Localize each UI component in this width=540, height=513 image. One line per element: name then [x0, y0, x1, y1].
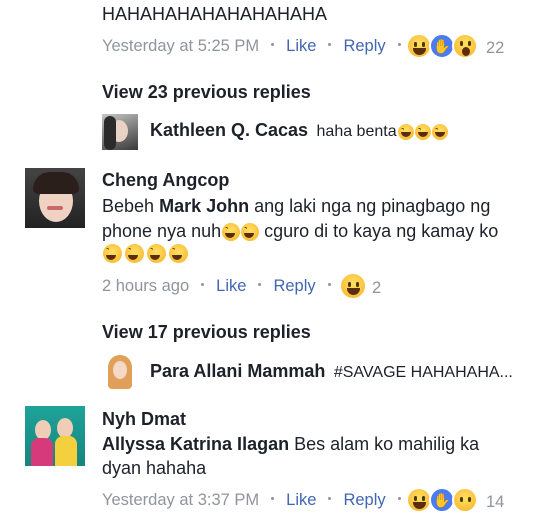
haha-emoji-icon	[241, 223, 260, 242]
reply-link[interactable]: Reply	[343, 491, 385, 509]
comment-text: HAHAHAHAHAHAHAHAHA	[102, 4, 328, 24]
comment-meta: Yesterday at 5:25 PM Like Reply	[102, 35, 413, 57]
comment-timestamp[interactable]: Yesterday at 5:25 PM	[102, 37, 259, 55]
reply-link[interactable]: Reply	[343, 37, 385, 55]
sad-icon	[452, 487, 478, 513]
reply-author: Para Allani Mammah	[150, 361, 326, 381]
avatar[interactable]	[25, 168, 85, 228]
comment-author[interactable]: Nyh Dmat	[102, 409, 186, 430]
separator-dot	[397, 43, 401, 47]
haha-emoji-icon	[431, 123, 448, 140]
reply-preview[interactable]: Kathleen Q. Cacas haha benta	[150, 120, 448, 141]
haha-emoji-icon	[147, 244, 166, 263]
like-link[interactable]: Like	[286, 37, 316, 55]
comment-text-line: Allyssa Katrina Ilagan Bes alam ko mahil…	[102, 434, 480, 454]
reply-text: haha benta	[316, 123, 397, 140]
haha-emoji-icon	[125, 244, 144, 263]
mentioned-user[interactable]: Allyssa Katrina Ilagan	[102, 434, 289, 454]
avatar[interactable]	[102, 353, 138, 389]
haha-emoji-icon	[397, 123, 414, 140]
avatar[interactable]	[25, 406, 85, 466]
comment-text-line: Bebeh Mark John ang laki nga ng pinagbag…	[102, 196, 491, 216]
haha-emoji-icon	[169, 244, 188, 263]
comment-text-line: phone nya nuh cguro di to kaya ng kamay …	[102, 221, 499, 242]
reply-link[interactable]: Reply	[273, 277, 315, 295]
emoji-row	[102, 244, 188, 263]
reply-preview[interactable]: Para Allani Mammah #SAVAGE HAHAHAHA...	[150, 361, 513, 382]
reaction-count: 2	[372, 279, 382, 297]
avatar[interactable]	[102, 114, 138, 150]
comment-timestamp[interactable]: Yesterday at 3:37 PM	[102, 491, 259, 509]
comment-text-line: dyan hahaha	[102, 458, 207, 478]
like-link[interactable]: Like	[286, 491, 316, 509]
view-previous-replies[interactable]: View 17 previous replies	[102, 322, 311, 343]
reaction-count: 22	[486, 39, 505, 57]
like-link[interactable]: Like	[216, 277, 246, 295]
reply-text: #SAVAGE HAHAHAHA...	[333, 364, 513, 381]
haha-icon	[339, 272, 367, 300]
comment-timestamp[interactable]: 2 hours ago	[102, 277, 189, 295]
separator-dot	[271, 43, 275, 47]
separator-dot	[328, 43, 332, 47]
haha-emoji-icon	[222, 223, 241, 242]
haha-emoji-icon	[103, 244, 122, 263]
view-previous-replies[interactable]: View 23 previous replies	[102, 82, 311, 103]
comment-meta: 2 hours ago Like Reply	[102, 275, 343, 297]
comment-meta: Yesterday at 3:37 PM Like Reply	[102, 489, 413, 511]
mentioned-user[interactable]: Mark John	[159, 196, 249, 216]
comment-author[interactable]: Cheng Angcop	[102, 170, 229, 191]
reply-author: Kathleen Q. Cacas	[150, 120, 309, 140]
wow-icon	[452, 33, 478, 59]
haha-emoji-icon	[414, 123, 431, 140]
